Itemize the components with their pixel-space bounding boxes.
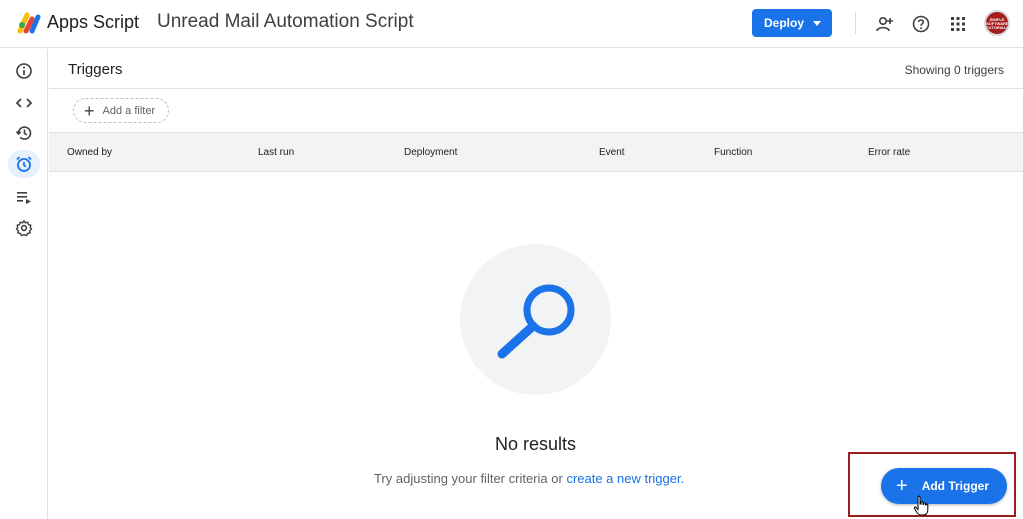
rail-item-history[interactable] [8,119,40,147]
deploy-button-label: Deploy [764,16,805,30]
table-header: Owned by Last run Deployment Event Funct… [49,132,1023,172]
gear-icon [15,220,33,237]
add-trigger-button[interactable]: + Add Trigger [881,468,1007,504]
empty-state-hint: Try adjusting your filter criteria or cr… [374,471,684,486]
rail-item-editor[interactable] [8,89,40,117]
app-name[interactable]: Apps Script [47,12,139,33]
column-header-error-rate[interactable]: Error rate [868,147,910,158]
trigger-count: Showing 0 triggers [904,63,1004,77]
help-icon[interactable] [909,12,933,36]
hand-cursor-icon [913,495,929,516]
apps-grid-icon[interactable] [946,12,970,36]
chevron-down-icon [813,21,821,26]
search-icon [497,284,575,359]
project-title[interactable]: Unread Mail Automation Script [157,11,414,33]
history-icon [15,126,32,140]
add-filter-button[interactable]: + Add a filter [73,98,169,123]
column-header-owned-by[interactable]: Owned by [67,147,112,158]
toolbar-divider [855,12,856,34]
plus-icon: + [84,100,95,121]
column-header-event[interactable]: Event [599,147,625,158]
playlist-icon [17,192,31,204]
rail-item-executions[interactable] [8,183,40,211]
code-icon [15,98,33,108]
column-header-deployment[interactable]: Deployment [404,147,457,158]
top-app-bar: Apps Script Unread Mail Automation Scrip… [0,0,1023,48]
create-trigger-link[interactable]: create a new trigger. [566,471,684,486]
column-header-last-run[interactable]: Last run [258,147,294,158]
column-header-function[interactable]: Function [714,147,752,158]
page-title: Triggers [68,61,123,78]
deploy-button[interactable]: Deploy [752,9,832,37]
rail-item-overview[interactable] [8,57,40,85]
rail-item-triggers[interactable] [8,150,40,178]
empty-state-illustration [460,244,611,395]
add-filter-label: Add a filter [102,104,156,117]
avatar[interactable]: SIMPLE SOFTWARE TUTORIALS [984,10,1010,36]
empty-state-hint-text: Try adjusting your filter criteria or [374,471,563,486]
alarm-clock-icon [16,156,32,172]
content-header: Triggers Showing 0 triggers [49,49,1023,89]
info-icon [16,63,32,79]
add-trigger-label: Add Trigger [921,479,990,493]
rail-item-settings[interactable] [8,214,40,242]
add-person-icon[interactable] [873,12,897,36]
apps-script-logo-icon[interactable] [17,11,43,35]
plus-icon: + [896,475,908,497]
